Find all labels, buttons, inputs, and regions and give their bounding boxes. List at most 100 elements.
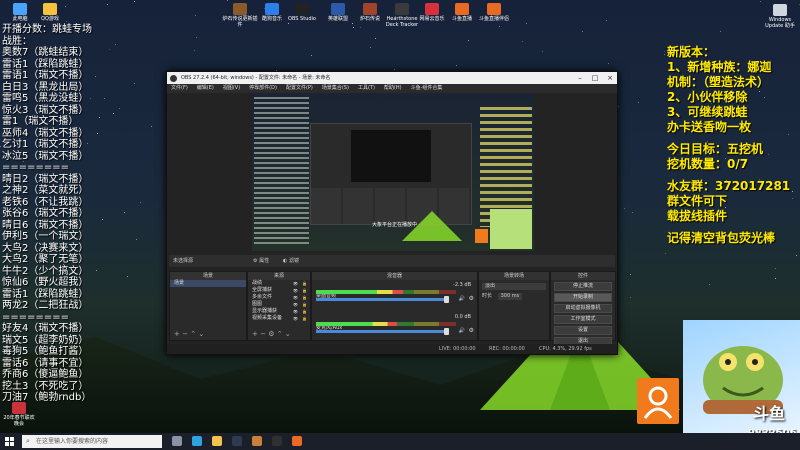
source-item[interactable]: 多余文件 👁 🔒	[248, 294, 310, 301]
tab-filters[interactable]: ◐ 滤镜	[283, 257, 299, 264]
maximize-icon[interactable]: □	[588, 72, 602, 84]
star	[774, 278, 776, 280]
app-icon	[43, 3, 57, 15]
star	[352, 22, 354, 24]
lock-icon[interactable]: 🔒	[302, 287, 307, 294]
app-icon	[265, 3, 279, 15]
source-item[interactable]: 图图 👁 🔒	[248, 301, 310, 308]
lock-icon[interactable]: 🔒	[302, 294, 307, 301]
desktop-icon[interactable]: 斗鱼直播	[444, 3, 480, 22]
person-icon	[643, 386, 673, 419]
file-explorer-icon[interactable]	[212, 436, 222, 446]
taskbar-search-input[interactable]: ⌕ 在这里输入你要搜索的内容	[22, 435, 162, 448]
remove-icon[interactable]: −	[182, 330, 188, 338]
hearthstone-icon[interactable]	[252, 436, 262, 446]
obs-menu-item[interactable]: 场景集合(S)	[322, 85, 349, 91]
source-controls: + − ⚙ ⌃ ⌄	[252, 330, 291, 338]
obs-studio-icon[interactable]	[272, 436, 282, 446]
obs-menu-item[interactable]: 视图(V)	[223, 85, 240, 91]
star	[106, 3, 108, 5]
desktop-icon[interactable]: QQ游戏	[32, 3, 68, 22]
source-item[interactable]: 显示器捕获 👁 🔒	[248, 308, 310, 315]
gala-shortcut-icon[interactable]: 20年春节联欢晚会	[1, 402, 37, 427]
douyu-icon[interactable]	[292, 436, 302, 446]
volume-slider-handle[interactable]	[444, 328, 449, 335]
edge-icon[interactable]	[192, 436, 202, 446]
desktop-icon[interactable]: 炉石传说	[352, 3, 388, 22]
source-down-icon[interactable]: ⌄	[285, 330, 291, 338]
obs-menu-item[interactable]: 斗鱼-组件合集	[411, 85, 443, 91]
obs-menu-item[interactable]: 配置文件(P)	[286, 85, 313, 91]
scene-item[interactable]: 场景	[170, 280, 246, 287]
channel-settings-icon[interactable]: ⚙	[469, 327, 474, 334]
add-icon[interactable]: +	[174, 330, 180, 338]
control-button[interactable]: 设置	[554, 326, 612, 335]
source-settings-icon[interactable]: ⚙	[268, 330, 274, 338]
obs-menu-item[interactable]: 编辑(E)	[197, 85, 214, 91]
remove-source-icon[interactable]: −	[260, 330, 266, 338]
right-overlay-line	[667, 172, 800, 179]
meter-fill	[316, 290, 403, 294]
desktop-icon[interactable]: OBS Studio	[284, 3, 320, 22]
left-overlay-line: 晴日6（瑞文不播）	[2, 219, 89, 231]
desktop-icon[interactable]: 英雄联盟	[320, 3, 356, 22]
windows-start-icon[interactable]	[5, 437, 15, 447]
obs-icon[interactable]	[232, 436, 242, 446]
lock-icon[interactable]: 🔒	[302, 308, 307, 315]
lock-icon[interactable]: 🔒	[302, 280, 307, 287]
right-overlay-line: 办卡送香吻一枚	[667, 120, 752, 134]
volume-slider[interactable]	[316, 296, 449, 303]
control-button[interactable]: 开始录制	[554, 293, 612, 302]
source-up-icon[interactable]: ⌃	[277, 330, 283, 338]
obs-menu-item[interactable]: 工具(T)	[358, 85, 375, 91]
task-view-icon[interactable]	[172, 436, 182, 446]
visibility-icon[interactable]: 👁	[293, 315, 298, 322]
obs-menu-item[interactable]: 文件(F)	[171, 85, 188, 91]
control-button[interactable]: 工作室模式	[554, 315, 612, 324]
add-source-icon[interactable]: +	[252, 330, 258, 338]
transition-select[interactable]: 淡出	[482, 283, 546, 290]
obs-preview[interactable]: 大象平台正在播放中	[252, 93, 534, 251]
source-item[interactable]: 战绩 👁 🔒	[248, 280, 310, 287]
star	[709, 284, 711, 286]
minimize-icon[interactable]: –	[573, 72, 587, 84]
transitions-dock: 场景转场 淡出 时长 300 ms	[478, 271, 550, 341]
obs-window[interactable]: OBS 27.2.4 (64-bit, windows) - 配置文件: 未命名…	[166, 71, 618, 355]
visibility-icon[interactable]: 👁	[293, 287, 298, 294]
visibility-icon[interactable]: 👁	[293, 280, 298, 287]
lock-icon[interactable]: 🔒	[302, 301, 307, 308]
lock-icon[interactable]: 🔒	[302, 315, 307, 322]
source-item[interactable]: 全屏捕获 👁 🔒	[248, 287, 310, 294]
windows-update-icon[interactable]: Windows Update 助手	[762, 4, 798, 29]
duration-label: 时长	[482, 293, 493, 299]
desktop-icon[interactable]: 炉石传说更新插件	[222, 3, 258, 28]
visibility-icon[interactable]: 👁	[293, 308, 298, 315]
obs-menu-item[interactable]: 帮助(H)	[384, 85, 402, 91]
rec-timer: REC: 00:00:00	[489, 346, 525, 352]
source-item[interactable]: 视频采集设备 👁 🔒	[248, 315, 310, 322]
duration-input[interactable]: 300 ms	[497, 293, 523, 300]
visibility-icon[interactable]: 👁	[293, 294, 298, 301]
speaker-icon[interactable]: 🔊	[459, 296, 465, 302]
move-up-icon[interactable]: ⌃	[190, 330, 196, 338]
desktop-icon[interactable]: 斗鱼直播伴侣	[476, 3, 512, 22]
star	[133, 0, 135, 2]
channel-settings-icon[interactable]: ⚙	[469, 295, 474, 302]
preview-left-list	[254, 97, 309, 247]
control-button[interactable]: 停止推流	[554, 282, 612, 291]
close-icon[interactable]: ×	[603, 72, 617, 84]
volume-slider[interactable]	[316, 328, 449, 335]
star	[227, 0, 229, 1]
move-down-icon[interactable]: ⌄	[198, 330, 204, 338]
speaker-icon[interactable]: 🔊	[459, 328, 465, 334]
star	[393, 68, 395, 70]
mixer-channels: 桌面音频 -2.3 dB 🔊 ⚙ 麦克风/Aux 0.0 dB 🔊 ⚙	[312, 280, 477, 344]
control-button[interactable]: 启动虚拟摄像机	[554, 304, 612, 313]
obs-menu-item[interactable]: 停靠部件(D)	[249, 85, 277, 91]
tab-properties[interactable]: ⚙ 属性	[253, 257, 269, 264]
app-icon	[331, 3, 345, 15]
obs-titlebar[interactable]: OBS 27.2.4 (64-bit, windows) - 配置文件: 未命名…	[167, 72, 617, 84]
visibility-icon[interactable]: 👁	[293, 301, 298, 308]
channel-db: 0.0 dB	[454, 314, 471, 320]
volume-slider-handle[interactable]	[444, 296, 449, 303]
